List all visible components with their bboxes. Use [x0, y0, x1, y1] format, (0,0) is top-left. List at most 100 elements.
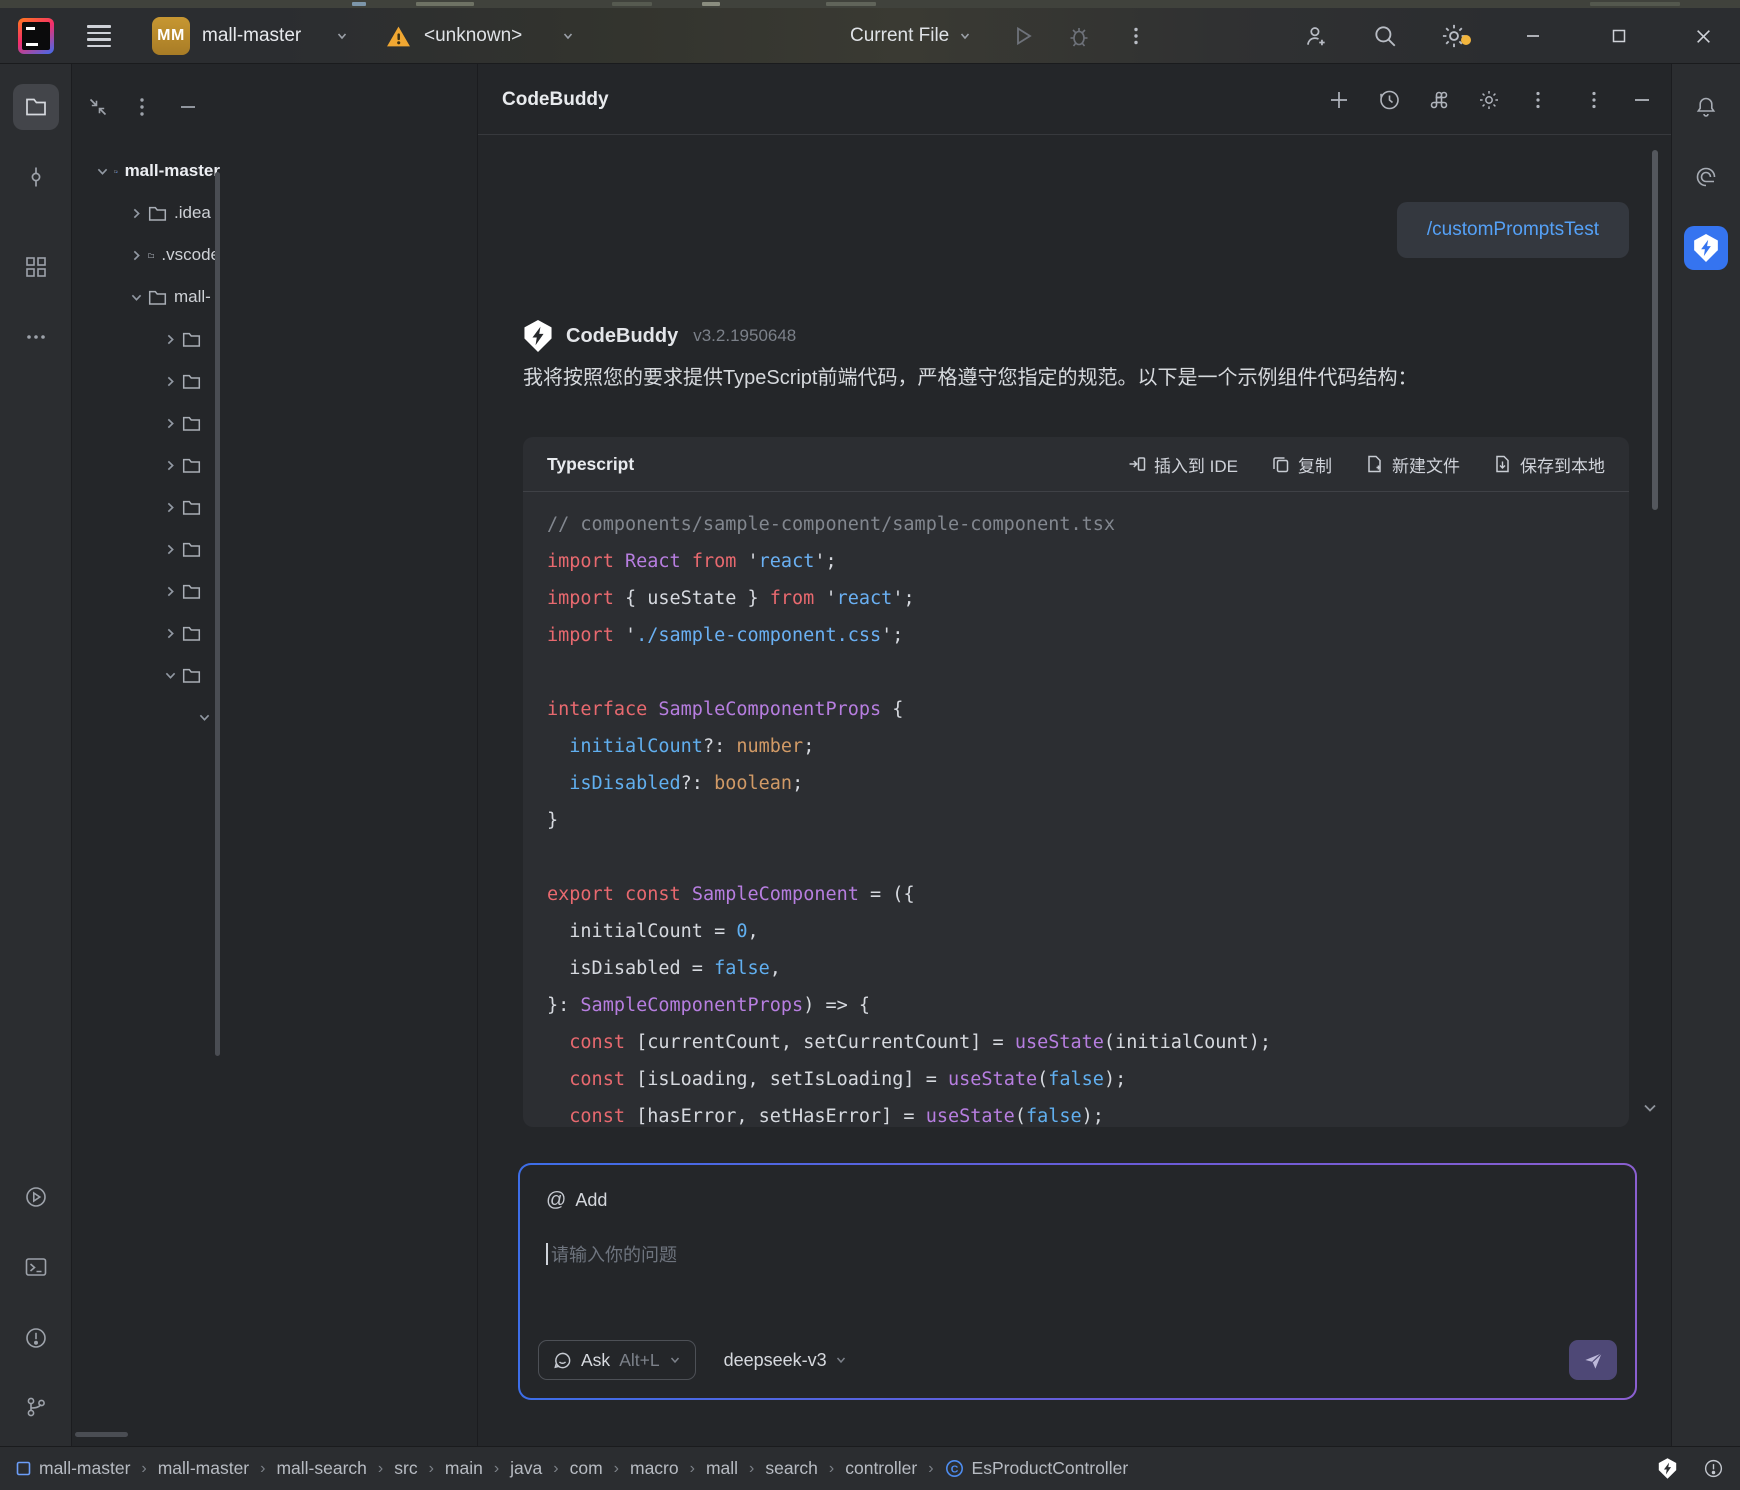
folder-icon: [182, 331, 201, 348]
breadcrumb-item[interactable]: src: [394, 1458, 417, 1479]
send-plane-icon: [1583, 1350, 1604, 1371]
tree-item[interactable]: mall-master: [72, 150, 220, 192]
maximize-window-icon[interactable]: [1592, 8, 1646, 64]
terminal-icon[interactable]: [24, 1255, 48, 1279]
tree-item[interactable]: [72, 654, 220, 696]
breadcrumb-item[interactable]: mall-master: [16, 1458, 130, 1479]
add-context-label: Add: [575, 1190, 607, 1211]
folder-icon: [182, 583, 201, 600]
history-icon[interactable]: [1377, 88, 1401, 112]
insert-to-ide-button[interactable]: 插入到 IDE: [1128, 452, 1238, 477]
hide-tool-window-icon[interactable]: [1631, 89, 1653, 111]
tree-item[interactable]: [72, 570, 220, 612]
more-options-icon[interactable]: [1125, 25, 1147, 47]
run-tool-window-icon[interactable]: [24, 1185, 48, 1209]
breadcrumb-item[interactable]: C EsProductController: [945, 1458, 1129, 1479]
breadcrumb-item[interactable]: main: [445, 1458, 483, 1479]
codebuddy-status-icon[interactable]: [1658, 1458, 1677, 1479]
message-input[interactable]: 请输入你的问题: [546, 1241, 677, 1267]
chat-more-icon[interactable]: [1527, 89, 1549, 111]
tree-item[interactable]: [72, 528, 220, 570]
branch-selector[interactable]: <unknown>: [424, 8, 522, 64]
problems-icon[interactable]: [24, 1326, 48, 1350]
chevron-icon: [164, 459, 177, 472]
notification-dot: [1461, 35, 1471, 45]
settings-gear-icon[interactable]: [1427, 8, 1481, 64]
project-tool-window-button[interactable]: [13, 84, 59, 130]
add-context-button[interactable]: @ Add: [546, 1189, 607, 1212]
tree-item[interactable]: .vscode: [72, 234, 220, 276]
breadcrumb-label: src: [394, 1458, 417, 1479]
breadcrumb-item[interactable]: com: [570, 1458, 603, 1479]
project-badge[interactable]: MM: [152, 17, 190, 55]
breadcrumb-item[interactable]: mall-master: [158, 1458, 249, 1479]
notifications-bell-icon[interactable]: [1694, 95, 1718, 119]
tree-item[interactable]: [72, 696, 220, 738]
breadcrumb-item[interactable]: macro: [630, 1458, 679, 1479]
new-chat-icon[interactable]: [1327, 88, 1351, 112]
ai-assistant-icon[interactable]: [1694, 165, 1718, 189]
structure-icon[interactable]: [24, 255, 48, 279]
tree-item[interactable]: [72, 444, 220, 486]
tree-vertical-scrollbar[interactable]: [215, 172, 220, 1056]
sliver-bit: [826, 2, 876, 6]
tree-item[interactable]: [72, 360, 220, 402]
more-tool-windows-icon[interactable]: [24, 325, 48, 349]
panel-options-icon[interactable]: [130, 95, 154, 119]
code-line: initialCount?: number;: [547, 728, 1629, 765]
collapse-all-icon[interactable]: [86, 95, 110, 119]
git-branch-icon[interactable]: [24, 1395, 48, 1419]
debug-icon[interactable]: [1067, 24, 1091, 48]
class-icon: C: [945, 1459, 964, 1478]
minimize-window-icon[interactable]: [1506, 8, 1560, 64]
breadcrumb-item[interactable]: search: [765, 1458, 818, 1479]
breadcrumb-item[interactable]: mall-search: [276, 1458, 366, 1479]
codebuddy-panel-header: CodeBuddy: [478, 64, 1671, 135]
tool-window-options-icon[interactable]: [1583, 89, 1605, 111]
commit-icon[interactable]: [24, 165, 48, 189]
send-button[interactable]: [1569, 1340, 1617, 1380]
close-window-icon[interactable]: [1676, 8, 1730, 64]
breadcrumb-item[interactable]: java: [510, 1458, 542, 1479]
breadcrumb-item[interactable]: controller: [845, 1458, 917, 1479]
codebuddy-tool-window-button[interactable]: [1684, 226, 1728, 270]
chevron-icon: [164, 501, 177, 514]
breadcrumb-label: macro: [630, 1458, 679, 1479]
tree-item[interactable]: .idea: [72, 192, 220, 234]
new-file-button[interactable]: 新建文件: [1366, 452, 1460, 477]
run-icon[interactable]: [1011, 24, 1035, 48]
tree-item[interactable]: [72, 402, 220, 444]
scroll-to-bottom-icon[interactable]: [1639, 1097, 1661, 1119]
new-file-icon: [1366, 455, 1384, 473]
project-switcher[interactable]: mall-master: [202, 8, 301, 64]
ask-mode-selector[interactable]: Ask Alt+L: [538, 1340, 696, 1380]
model-selector[interactable]: deepseek-v3: [724, 1350, 847, 1371]
breadcrumb-label: com: [570, 1458, 603, 1479]
code-line: }: [547, 802, 1629, 839]
user-message-bubble: /customPromptsTest: [1397, 202, 1629, 258]
hide-panel-icon[interactable]: [176, 95, 200, 119]
code-block: Typescript 插入到 IDE复制新建文件保存到本地 // compone…: [523, 437, 1629, 1127]
tree-item[interactable]: [72, 612, 220, 654]
tree-item[interactable]: [72, 486, 220, 528]
breadcrumb-separator: ›: [928, 1460, 933, 1478]
tree-item[interactable]: mall-: [72, 276, 220, 318]
breadcrumb-item[interactable]: mall: [706, 1458, 738, 1479]
chat-composer-inner[interactable]: @ Add 请输入你的问题 Ask Alt+L: [520, 1165, 1635, 1398]
assistant-version: v3.2.1950648: [693, 326, 796, 346]
commands-icon[interactable]: [1427, 88, 1451, 112]
warning-icon: [386, 8, 411, 64]
save-local-button[interactable]: 保存到本地: [1494, 452, 1605, 477]
run-configuration-selector[interactable]: Current File: [850, 25, 949, 47]
tree-item[interactable]: [72, 318, 220, 360]
tree-horizontal-scrollbar[interactable]: [75, 1432, 128, 1437]
chat-vertical-scrollbar[interactable]: [1652, 150, 1658, 510]
copy-button[interactable]: 复制: [1272, 452, 1332, 477]
chat-settings-gear-icon[interactable]: [1477, 88, 1501, 112]
add-user-icon[interactable]: [1289, 8, 1343, 64]
search-icon[interactable]: [1358, 8, 1412, 64]
breadcrumb-label: EsProductController: [972, 1458, 1129, 1479]
error-status-icon[interactable]: [1703, 1458, 1724, 1479]
tree-item-label: mall-: [174, 287, 211, 307]
main-menu-icon[interactable]: [84, 8, 114, 64]
